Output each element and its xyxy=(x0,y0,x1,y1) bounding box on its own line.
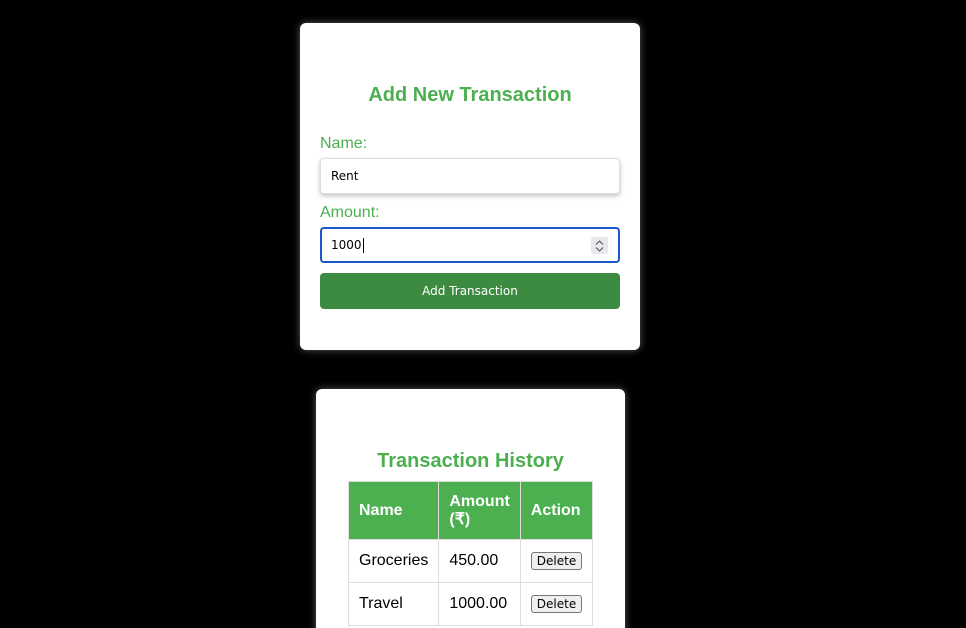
delete-button[interactable]: Delete xyxy=(530,595,583,613)
add-transaction-button[interactable]: Add Transaction xyxy=(320,273,620,309)
row-action: Delete xyxy=(519,582,594,626)
table-header-row: Name Amount (₹) Action xyxy=(347,481,594,540)
name-input[interactable]: Rent xyxy=(320,158,620,194)
amount-input[interactable]: 1000 xyxy=(320,227,620,263)
amount-input-value: 1000 xyxy=(331,238,362,252)
row-amount: 450.00 xyxy=(438,539,521,583)
add-transaction-card: Add New Transaction Name: Rent Amount: 1… xyxy=(300,23,640,350)
row-action: Delete xyxy=(519,539,594,583)
column-header-amount: Amount (₹) xyxy=(438,481,521,540)
chevron-up-icon[interactable] xyxy=(595,239,604,245)
amount-label: Amount: xyxy=(320,204,380,221)
chevron-down-icon[interactable] xyxy=(595,246,604,252)
row-amount: 1000.00 xyxy=(438,582,521,626)
page: Add New Transaction Name: Rent Amount: 1… xyxy=(0,0,966,628)
number-spinner[interactable] xyxy=(591,237,608,254)
delete-button[interactable]: Delete xyxy=(530,552,583,570)
form-title: Add New Transaction xyxy=(368,84,572,106)
name-input-value: Rent xyxy=(331,169,359,183)
column-header-action: Action xyxy=(519,481,594,540)
name-label: Name: xyxy=(320,135,368,152)
text-caret xyxy=(362,237,364,253)
transaction-table: Name Amount (₹) Action Groceries 450.00 … xyxy=(347,481,594,626)
row-name: Groceries xyxy=(347,539,440,583)
history-title: Transaction History xyxy=(377,450,564,472)
column-header-name: Name xyxy=(347,481,440,540)
table-row: Groceries 450.00 Delete xyxy=(347,539,594,583)
table-row: Travel 1000.00 Delete xyxy=(347,582,594,626)
transaction-history-card: Transaction History Name Amount (₹) Acti… xyxy=(316,389,625,628)
row-name: Travel xyxy=(347,582,440,626)
